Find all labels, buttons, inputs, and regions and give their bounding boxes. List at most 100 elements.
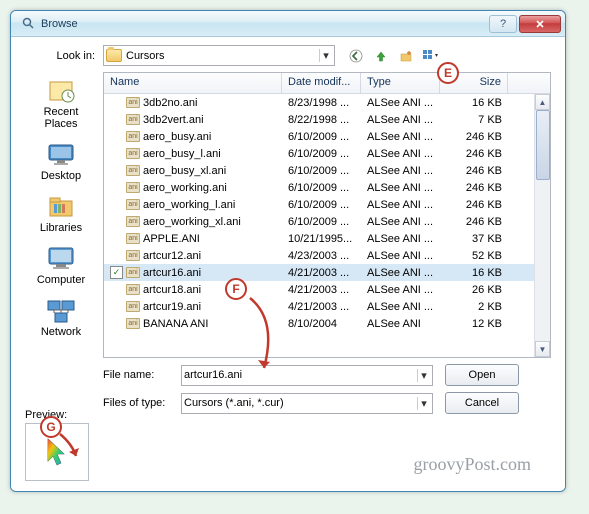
file-type: ALSee ANI ... [361, 131, 440, 143]
chevron-down-icon[interactable]: ▾ [417, 397, 430, 410]
back-button[interactable] [345, 45, 367, 66]
file-date: 6/10/2009 ... [282, 165, 361, 177]
file-size: 37 KB [440, 233, 508, 245]
file-icon: ani [126, 97, 140, 108]
table-row[interactable]: aniaero_busy_xl.ani6/10/2009 ...ALSee AN… [104, 162, 550, 179]
places-bar: Recent Places DesktopLibraries Computer Net… [25, 72, 97, 358]
file-icon: ani [126, 284, 140, 295]
filetype-combo[interactable]: Cursors (*.ani, *.cur) ▾ [181, 393, 433, 414]
scroll-thumb[interactable] [536, 110, 550, 180]
chevron-down-icon[interactable]: ▾ [319, 49, 332, 62]
file-icon: ani [126, 165, 140, 176]
scrollbar[interactable]: ▲ ▼ [534, 94, 550, 357]
file-type: ALSee ANI ... [361, 148, 440, 160]
place-network[interactable]: Network [26, 292, 96, 342]
file-icon: ani [126, 301, 140, 312]
filename-input[interactable]: artcur16.ani ▾ [181, 365, 433, 386]
table-row[interactable]: aniAPPLE.ANI10/21/1995...ALSee ANI ...37… [104, 230, 550, 247]
table-row[interactable]: aniaero_working_l.ani6/10/2009 ...ALSee … [104, 196, 550, 213]
help-button[interactable]: ? [489, 15, 517, 33]
filetype-label: Files of type: [103, 397, 181, 409]
file-icon: ani [126, 233, 140, 244]
file-size: 12 KB [440, 318, 508, 330]
view-menu-button[interactable] [420, 45, 442, 66]
lookin-value: Cursors [126, 50, 319, 62]
lookin-label: Look in: [25, 50, 103, 62]
place-computer[interactable]: Computer [26, 240, 96, 290]
file-icon: ani [126, 318, 140, 329]
col-date[interactable]: Date modif... [282, 73, 361, 93]
titlebar[interactable]: Browse ? [11, 11, 565, 37]
file-icon: ani [126, 250, 140, 261]
file-date: 6/10/2009 ... [282, 148, 361, 160]
file-icon: ani [126, 216, 140, 227]
filename-label: File name: [103, 369, 181, 381]
table-row[interactable]: aniaero_working_xl.ani6/10/2009 ...ALSee… [104, 213, 550, 230]
table-row[interactable]: aniartcur18.ani4/21/2003 ...ALSee ANI ..… [104, 281, 550, 298]
file-type: ALSee ANI ... [361, 284, 440, 296]
place-label: Recent Places [26, 106, 96, 130]
file-date: 8/10/2004 [282, 318, 361, 330]
scroll-up-button[interactable]: ▲ [535, 94, 550, 110]
table-row[interactable]: aniartcur12.ani4/23/2003 ...ALSee ANI ..… [104, 247, 550, 264]
table-row[interactable]: aniartcur19.ani4/21/2003 ...ALSee ANI ..… [104, 298, 550, 315]
checkbox-icon[interactable]: ✓ [110, 266, 123, 279]
file-type: ALSee ANI ... [361, 97, 440, 109]
table-row[interactable]: ✓aniartcur16.ani4/21/2003 ...ALSee ANI .… [104, 264, 550, 281]
table-row[interactable]: aniaero_busy.ani6/10/2009 ...ALSee ANI .… [104, 128, 550, 145]
file-date: 6/10/2009 ... [282, 182, 361, 194]
file-name: aero_busy_l.ani [143, 148, 221, 160]
col-name[interactable]: Name [104, 73, 282, 93]
file-type: ALSee ANI [361, 318, 440, 330]
table-row[interactable]: aniBANANA ANI 8/10/2004ALSee ANI12 KB [104, 315, 550, 332]
place-label: Computer [26, 274, 96, 286]
place-desktop[interactable]: Desktop [26, 136, 96, 186]
file-name: aero_busy.ani [143, 131, 211, 143]
file-date: 6/10/2009 ... [282, 216, 361, 228]
file-date: 4/21/2003 ... [282, 301, 361, 313]
file-date: 6/10/2009 ... [282, 131, 361, 143]
up-button[interactable] [370, 45, 392, 66]
table-row[interactable]: aniaero_working.ani6/10/2009 ...ALSee AN… [104, 179, 550, 196]
file-type: ALSee ANI ... [361, 250, 440, 262]
place-recent[interactable]: Recent Places [26, 72, 96, 134]
table-row[interactable]: ani3db2no.ani8/23/1998 ...ALSee ANI ...1… [104, 94, 550, 111]
file-name: aero_working_xl.ani [143, 216, 241, 228]
file-date: 8/22/1998 ... [282, 114, 361, 126]
chevron-down-icon[interactable]: ▾ [417, 369, 430, 382]
lookin-combo[interactable]: Cursors ▾ [103, 45, 335, 66]
file-type: ALSee ANI ... [361, 267, 440, 279]
open-button[interactable]: Open [445, 364, 519, 386]
app-icon [19, 16, 35, 32]
scroll-down-button[interactable]: ▼ [535, 341, 550, 357]
file-name: BANANA ANI [143, 318, 208, 330]
file-name: aero_working.ani [143, 182, 227, 194]
file-size: 7 KB [440, 114, 508, 126]
file-name: artcur19.ani [143, 301, 201, 313]
file-name: artcur16.ani [143, 267, 201, 279]
close-button[interactable] [519, 15, 561, 33]
arrow-f [232, 290, 292, 380]
file-name: artcur12.ani [143, 250, 201, 262]
place-libraries[interactable]: Libraries [26, 188, 96, 238]
file-type: ALSee ANI ... [361, 165, 440, 177]
file-size: 246 KB [440, 182, 508, 194]
table-row[interactable]: ani3db2vert.ani 8/22/1998 ...ALSee ANI ..… [104, 111, 550, 128]
file-date: 4/21/2003 ... [282, 284, 361, 296]
file-size: 246 KB [440, 216, 508, 228]
file-list-body[interactable]: ani3db2no.ani8/23/1998 ...ALSee ANI ...1… [104, 94, 550, 358]
callout-g: G [40, 416, 62, 438]
file-name: 3db2vert.ani [143, 114, 204, 126]
place-label: Network [26, 326, 96, 338]
col-type[interactable]: Type [361, 73, 440, 93]
cancel-button[interactable]: Cancel [445, 392, 519, 414]
watermark: groovyPost.com [413, 454, 531, 475]
file-size: 16 KB [440, 97, 508, 109]
file-size: 26 KB [440, 284, 508, 296]
new-folder-button[interactable] [395, 45, 417, 66]
table-row[interactable]: aniaero_busy_l.ani6/10/2009 ...ALSee ANI… [104, 145, 550, 162]
file-icon: ani [126, 114, 140, 125]
computer-icon [44, 244, 78, 272]
file-type: ALSee ANI ... [361, 114, 440, 126]
filename-value: artcur16.ani [184, 369, 417, 381]
